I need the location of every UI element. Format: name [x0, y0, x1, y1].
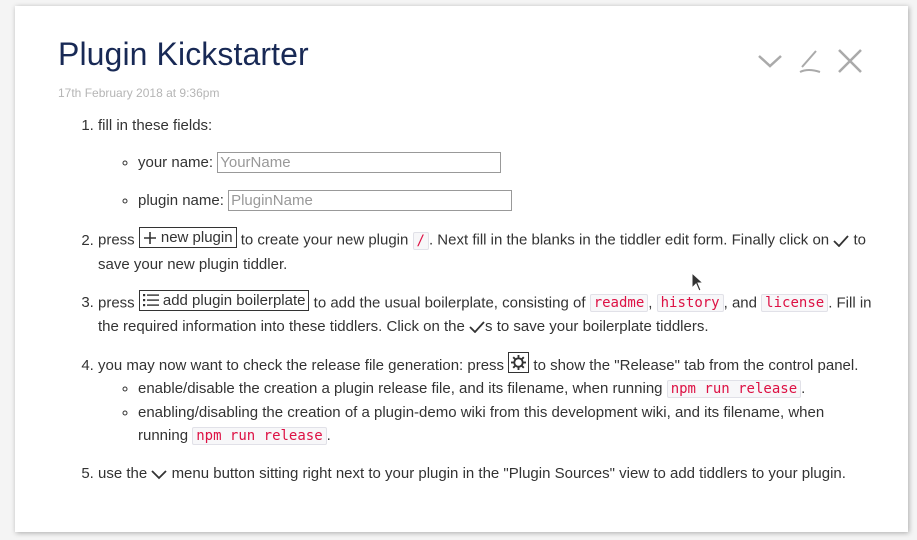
step-1: fill in these fields: your name: plugin …	[98, 114, 873, 212]
fields-list: your name: plugin name:	[98, 151, 873, 212]
plugin-label: plugin name:	[138, 192, 224, 209]
add-boilerplate-label: add plugin boilerplate	[162, 291, 306, 309]
tiddler-frame: Plugin Kickstarter 17th February 2018 at…	[15, 6, 908, 532]
mouse-cursor-icon	[691, 272, 705, 292]
release-option-1: enable/disable the creation a plugin rel…	[138, 377, 873, 401]
step-2-text-1: to create your new plugin	[240, 231, 409, 249]
gear-icon	[511, 355, 527, 370]
check-icon	[833, 234, 849, 247]
edit-button[interactable]	[796, 46, 824, 76]
plugin-name-input[interactable]	[228, 190, 513, 211]
step-5-text-1: use the	[98, 465, 148, 482]
edit-icon	[799, 50, 821, 73]
option-2-end: .	[326, 427, 331, 444]
step-3-sep-2: , and	[723, 294, 757, 311]
release-options-list: enable/disable the creation a plugin rel…	[98, 377, 873, 448]
new-plugin-button[interactable]: new plugin	[138, 227, 237, 248]
step-1-text: fill in these fields:	[98, 117, 213, 134]
your-name-input[interactable]	[217, 152, 502, 173]
option-1-end: .	[801, 380, 806, 397]
code-npm-run-release: npm run release	[192, 427, 327, 445]
steps-list: fill in these fields: your name: plugin …	[58, 114, 873, 485]
new-plugin-label: new plugin	[160, 229, 233, 246]
code-history: history	[656, 294, 724, 312]
plus-icon	[143, 231, 156, 244]
add-boilerplate-button[interactable]: add plugin boilerplate	[138, 289, 310, 311]
step-3-sep-1: ,	[648, 294, 653, 311]
release-option-2: enabling/disabling the creation of a plu…	[138, 401, 873, 448]
code-npm-run-release: npm run release	[666, 380, 802, 398]
step-4-text-2: to show the "Release" tab from the contr…	[533, 357, 859, 374]
tiddler-body: fill in these fields: your name: plugin …	[58, 114, 873, 499]
list-icon	[142, 294, 159, 307]
chevron-down-icon	[758, 55, 782, 68]
close-icon	[838, 49, 862, 73]
code-slash: /	[412, 231, 429, 250]
step-4-text-1: you may now want to check the release fi…	[98, 357, 505, 374]
control-panel-button[interactable]	[508, 352, 530, 373]
step-2-press: press	[98, 231, 135, 249]
code-license: license	[761, 294, 829, 312]
close-button[interactable]	[836, 46, 864, 76]
tiddler-title: Plugin Kickstarter	[58, 36, 309, 72]
chevron-down-icon	[151, 470, 168, 480]
tiddler-subtitle: 17th February 2018 at 9:36pm	[58, 86, 220, 100]
step-3-text-3: s to save your boilerplate tiddlers.	[485, 318, 709, 335]
fold-button[interactable]	[756, 46, 784, 76]
check-icon	[469, 321, 485, 333]
step-3-press: press	[98, 294, 135, 311]
option-1-text: enable/disable the creation a plugin rel…	[138, 380, 663, 397]
step-5-text-2: menu button sitting right next to your p…	[171, 465, 846, 482]
step-4: you may now want to check the release fi…	[98, 352, 873, 448]
step-5: use the menu button sitting right next t…	[98, 462, 873, 485]
plugin-field-item: plugin name:	[138, 189, 873, 212]
step-3-text-1: to add the usual boilerplate, consisting…	[313, 294, 586, 311]
name-field-item: your name:	[138, 151, 873, 174]
code-readme: readme	[589, 294, 649, 312]
step-2-text-2: . Next fill in the blanks in the tiddler…	[428, 231, 830, 249]
name-label: your name:	[138, 154, 214, 171]
step-3: press add plugin boilerplate to add the …	[98, 289, 873, 339]
step-2: press new plugin to create your new plug…	[98, 227, 873, 276]
tiddler-controls	[756, 46, 864, 76]
